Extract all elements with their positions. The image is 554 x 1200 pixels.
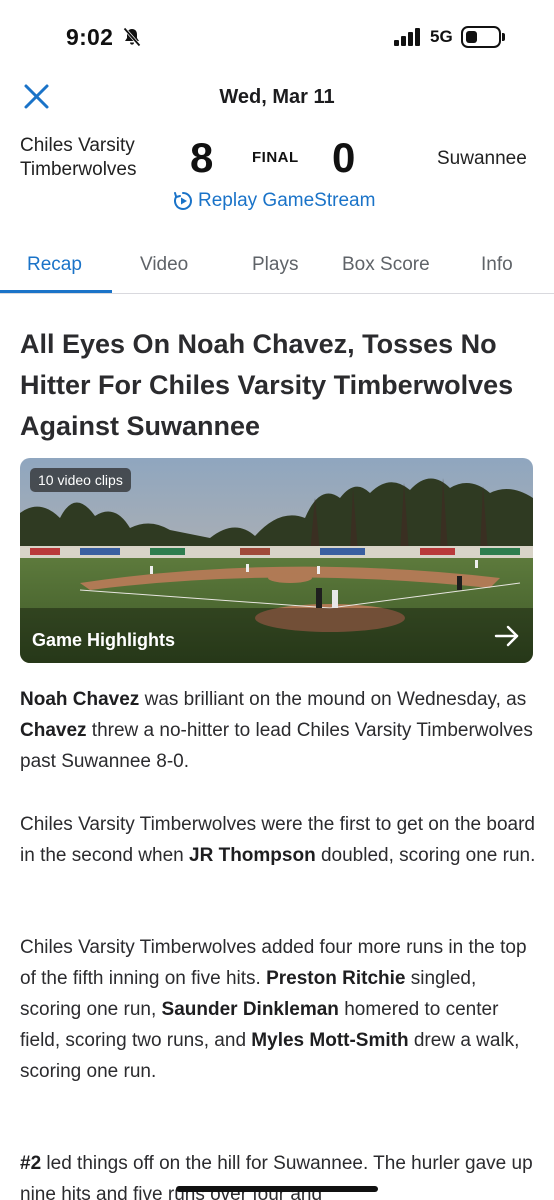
status-time: 9:02 [66, 24, 114, 50]
status-bar: 9:02 5G [0, 0, 554, 74]
game-highlights-video-card[interactable]: 10 video clips Game Highlights [20, 458, 533, 663]
bell-slash-icon [123, 27, 141, 47]
home-indicator[interactable] [176, 1186, 378, 1192]
article-paragraph-4: #2 led things off on the hill for Suwann… [20, 1148, 540, 1200]
player-name: JR Thompson [189, 845, 316, 866]
article-headline: All Eyes On Noah Chavez, Tosses No Hitte… [20, 329, 514, 441]
player-name: Saunder Dinkleman [161, 999, 339, 1020]
paragraph-text: led things off on the hill for Suwannee.… [20, 1153, 533, 1200]
player-name: #2 [20, 1153, 42, 1174]
away-score: 0 [332, 134, 356, 181]
article-paragraph-2: Chiles Varsity Timberwolves were the fir… [20, 809, 540, 871]
tab-video[interactable]: Video [140, 254, 188, 276]
player-name: Preston Ritchie [266, 968, 406, 989]
paragraph-text: threw a no-hitter to lead Chiles Varsity… [20, 720, 533, 772]
tab-box-score[interactable]: Box Score [342, 254, 430, 276]
replay-icon [174, 192, 192, 210]
active-tab-indicator [0, 290, 112, 293]
video-clips-badge: 10 video clips [30, 468, 131, 492]
game-date: Wed, Mar 11 [219, 86, 335, 108]
player-name: Chavez [20, 720, 87, 741]
article-paragraph-3: Chiles Varsity Timberwolves added four m… [20, 932, 540, 1087]
video-title: Game Highlights [32, 630, 176, 650]
home-team-name[interactable]: Chiles Varsity Timberwolves [20, 134, 137, 182]
paragraph-text: doubled, scoring one run. [315, 845, 536, 866]
tab-recap[interactable]: Recap [27, 254, 82, 276]
home-score: 8 [190, 134, 214, 181]
away-team-name[interactable]: Suwannee [437, 148, 527, 170]
tab-plays[interactable]: Plays [252, 254, 298, 276]
game-status: FINAL [252, 149, 299, 166]
home-team-line1: Chiles Varsity [20, 135, 135, 156]
replay-gamestream-button[interactable]: Replay GameStream [172, 190, 375, 212]
battery-icon [461, 26, 505, 48]
article-paragraph-1: Noah Chavez was brilliant on the mound o… [20, 684, 540, 777]
tab-bar: Recap Video Plays Box Score Info [0, 240, 554, 294]
signal-icon [394, 28, 422, 46]
replay-label: Replay GameStream [198, 190, 376, 211]
arrow-right-icon [494, 625, 519, 647]
player-name: Myles Mott-Smith [251, 1030, 409, 1051]
player-name: Noah Chavez [20, 689, 140, 710]
tab-info[interactable]: Info [481, 254, 513, 276]
paragraph-text: was brilliant on the mound on Wednesday,… [139, 689, 527, 710]
home-team-line2: Timberwolves [20, 159, 137, 180]
network-label: 5G [430, 27, 453, 46]
